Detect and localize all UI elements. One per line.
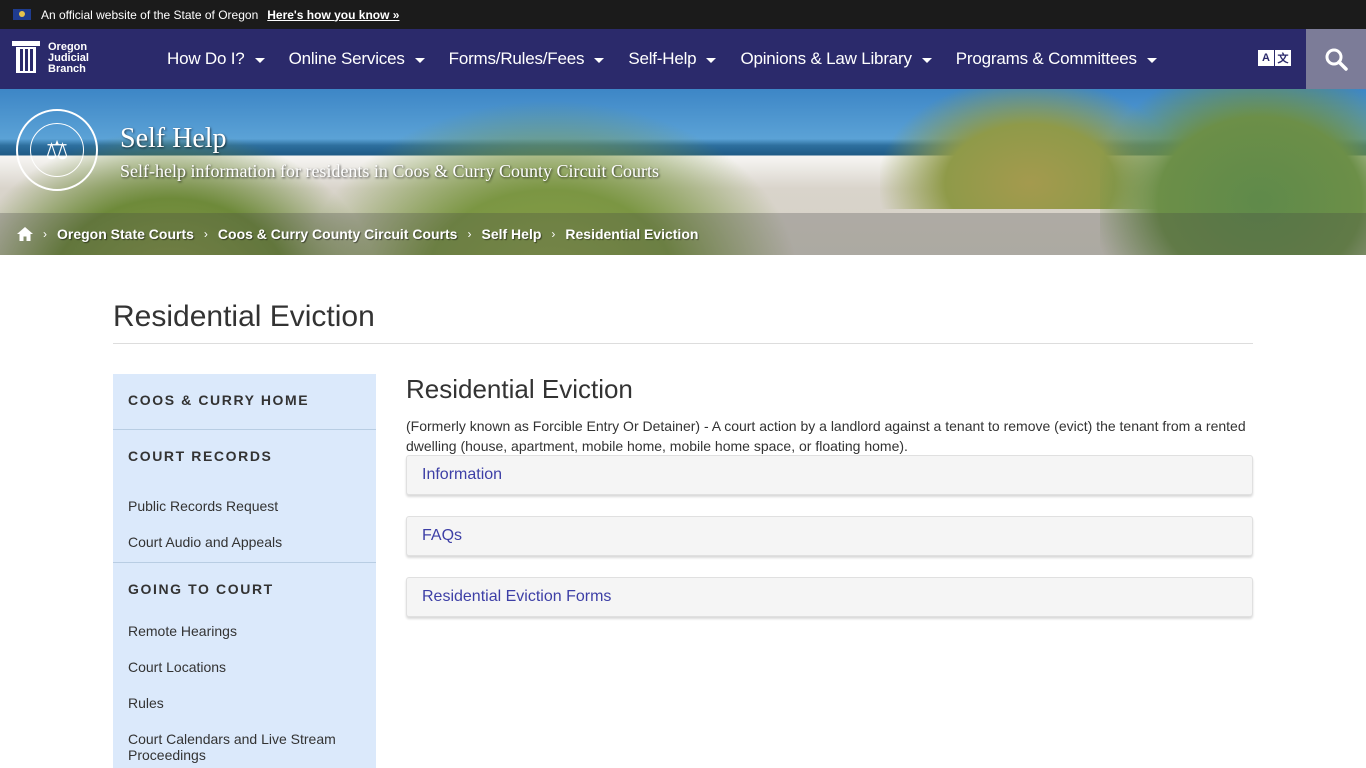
translate-icon-b: 文 xyxy=(1275,50,1291,66)
breadcrumb: › Oregon State Courts › Coos & Curry Cou… xyxy=(0,213,1366,255)
sidebar-section-home: COOS & CURRY HOME xyxy=(113,374,376,430)
logo-line-1: Oregon xyxy=(48,40,88,53)
home-icon[interactable] xyxy=(17,227,33,241)
official-website-text: An official website of the State of Oreg… xyxy=(41,7,259,22)
nav-item-label: Self-Help xyxy=(628,49,697,68)
sidebar-item-court-audio-appeals[interactable]: Court Audio and Appeals xyxy=(113,534,376,550)
page-title: Residential Eviction xyxy=(113,300,375,333)
pillar-icon xyxy=(12,41,40,75)
accordion-forms-label[interactable]: Residential Eviction Forms xyxy=(422,588,611,606)
judicial-department-seal-icon: ⚖ xyxy=(16,109,98,191)
oregon-flag-icon xyxy=(13,9,31,20)
breadcrumb-coos-curry-courts[interactable]: Coos & Curry County Circuit Courts xyxy=(218,226,458,242)
hero-subtitle: Self-help information for residents in C… xyxy=(120,161,659,181)
sidebar-heading-going-to-court: GOING TO COURT xyxy=(128,581,274,597)
translate-icon-a: A xyxy=(1258,50,1274,66)
main-navigation: Oregon Judicial Branch How Do I? Online … xyxy=(0,29,1366,89)
nav-item-label: Forms/Rules/Fees xyxy=(448,49,585,68)
breadcrumb-separator-icon: › xyxy=(203,227,208,241)
breadcrumb-separator-icon: › xyxy=(43,227,47,241)
nav-item-how-do-i[interactable]: How Do I? xyxy=(167,49,265,69)
sidebar-section-going-to-court: GOING TO COURT Remote Hearings Court Loc… xyxy=(113,563,376,763)
logo-line-3: Branch xyxy=(48,62,86,75)
caret-down-icon xyxy=(706,57,717,63)
hero-banner: ⚖ Self Help Self-help information for re… xyxy=(0,89,1366,255)
heres-how-you-know-link[interactable]: Here's how you know » xyxy=(267,8,399,22)
search-icon xyxy=(1325,48,1348,71)
official-website-banner: An official website of the State of Oreg… xyxy=(0,0,1366,29)
caret-down-icon xyxy=(1146,57,1157,63)
sidebar-heading-coos-curry-home[interactable]: COOS & CURRY HOME xyxy=(113,374,376,429)
logo-text: Oregon Judicial Branch xyxy=(48,40,89,75)
caret-down-icon xyxy=(921,57,932,63)
content-description: (Formerly known as Forcible Entry Or Det… xyxy=(406,418,1246,454)
sidebar-heading-court-records: COURT RECORDS xyxy=(128,448,273,464)
nav-item-label: Programs & Committees xyxy=(955,49,1137,68)
nav-item-forms-rules-fees[interactable]: Forms/Rules/Fees xyxy=(449,49,605,69)
nav-menu: How Do I? Online Services Forms/Rules/Fe… xyxy=(167,29,1181,89)
accordion-residential-eviction-forms[interactable]: Residential Eviction Forms xyxy=(406,577,1253,617)
breadcrumb-separator-icon: › xyxy=(467,227,472,241)
nav-item-online-services[interactable]: Online Services xyxy=(289,49,425,69)
hero-title: Self Help xyxy=(120,123,227,154)
breadcrumb-current: Residential Eviction xyxy=(565,226,699,242)
breadcrumb-oregon-state-courts[interactable]: Oregon State Courts xyxy=(57,226,194,242)
caret-down-icon xyxy=(594,57,605,63)
nav-item-label: Opinions & Law Library xyxy=(740,49,912,68)
breadcrumb-separator-icon: › xyxy=(551,227,556,241)
logo-line-2: Judicial xyxy=(48,51,89,64)
nav-item-programs-committees[interactable]: Programs & Committees xyxy=(956,49,1157,69)
caret-down-icon xyxy=(254,57,265,63)
breadcrumb-self-help[interactable]: Self Help xyxy=(481,226,541,242)
title-divider xyxy=(113,343,1253,344)
sidebar-item-court-calendars[interactable]: Court Calendars and Live Stream Proceedi… xyxy=(113,731,376,763)
sidebar-item-public-records-request[interactable]: Public Records Request xyxy=(113,498,376,514)
sidebar-item-rules[interactable]: Rules xyxy=(113,695,376,711)
nav-item-label: Online Services xyxy=(288,49,405,68)
content-title: Residential Eviction xyxy=(406,374,633,404)
caret-down-icon xyxy=(414,57,425,63)
sidebar: COOS & CURRY HOME COURT RECORDS Public R… xyxy=(113,374,376,768)
nav-item-label: How Do I? xyxy=(167,49,245,68)
accordion-information-label[interactable]: Information xyxy=(422,466,502,484)
nav-item-opinions-law-library[interactable]: Opinions & Law Library xyxy=(740,49,932,69)
sidebar-item-court-locations[interactable]: Court Locations xyxy=(113,659,376,675)
sidebar-item-remote-hearings[interactable]: Remote Hearings xyxy=(113,623,376,639)
sidebar-section-court-records: COURT RECORDS Public Records Request Cou… xyxy=(113,430,376,563)
accordion-faqs-label[interactable]: FAQs xyxy=(422,527,462,545)
search-button[interactable] xyxy=(1306,29,1366,89)
translate-button[interactable]: A 文 xyxy=(1258,50,1291,66)
ojd-logo[interactable]: Oregon Judicial Branch xyxy=(12,41,89,75)
accordion-faqs[interactable]: FAQs xyxy=(406,516,1253,556)
accordion-information[interactable]: Information xyxy=(406,455,1253,495)
nav-item-self-help[interactable]: Self-Help xyxy=(628,49,717,69)
